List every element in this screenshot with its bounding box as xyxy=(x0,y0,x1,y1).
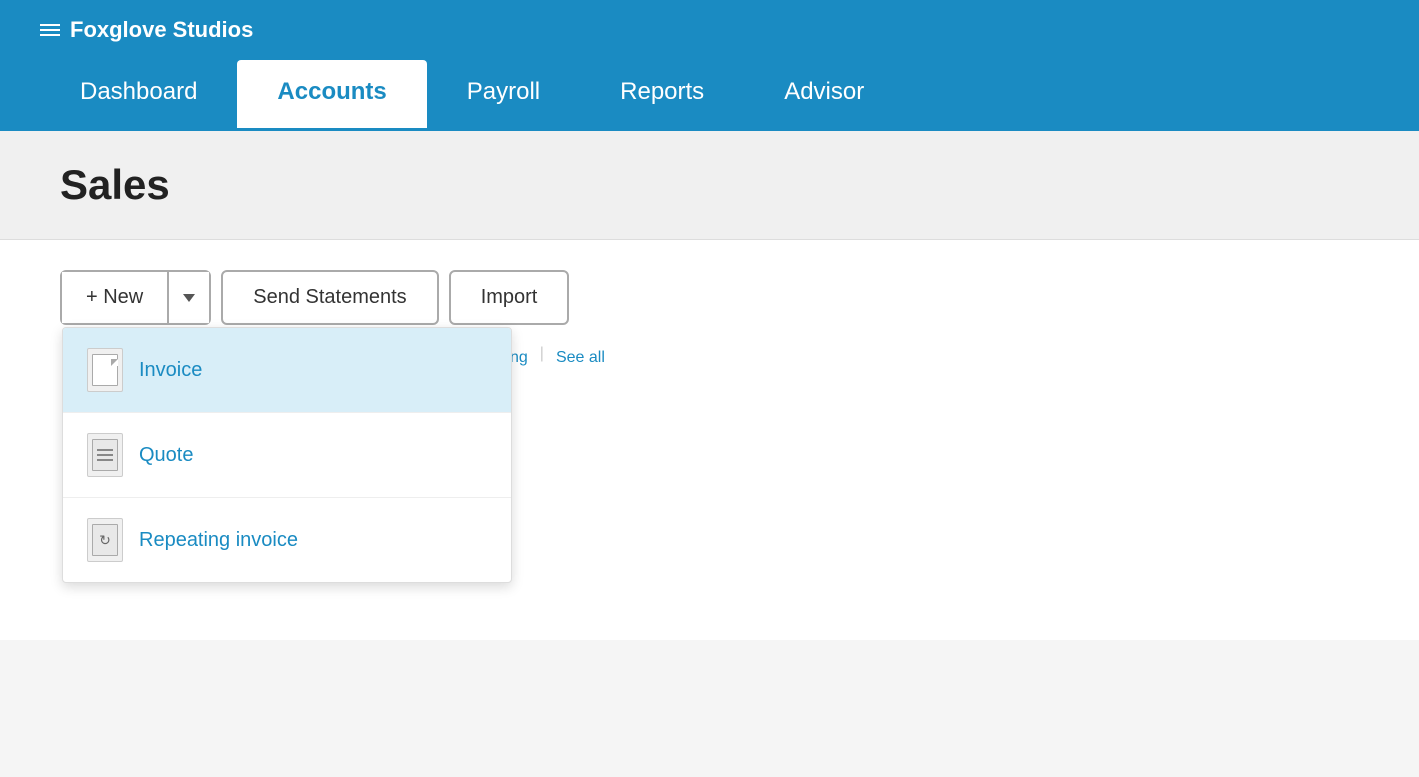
menu-icon[interactable] xyxy=(40,24,60,36)
nav-item-accounts[interactable]: Accounts xyxy=(237,60,426,128)
secondary-nav-divider: | xyxy=(540,345,544,371)
top-bar: Foxglove Studios xyxy=(0,0,1419,60)
new-dropdown-menu: Invoice Quote xyxy=(62,327,512,583)
dropdown-item-repeating-invoice-label: Repeating invoice xyxy=(139,529,298,552)
main-nav: Dashboard Accounts Payroll Reports Advis… xyxy=(0,60,1419,131)
nav-item-dashboard[interactable]: Dashboard xyxy=(40,60,237,128)
nav-item-payroll[interactable]: Payroll xyxy=(427,60,580,128)
nav-item-reports[interactable]: Reports xyxy=(580,60,744,128)
toolbar: + New Invoice xyxy=(60,270,1359,325)
secondary-nav: ng | See all xyxy=(510,345,1359,371)
new-button-group: + New Invoice xyxy=(60,270,211,325)
secondary-nav-item-outstanding[interactable]: ng xyxy=(510,345,528,371)
nav-item-advisor[interactable]: Advisor xyxy=(744,60,904,128)
quote-doc-icon xyxy=(87,433,123,477)
send-statements-button[interactable]: Send Statements xyxy=(221,270,438,325)
content-area: + New Invoice xyxy=(0,240,1419,640)
app-title-text: Foxglove Studios xyxy=(70,17,253,43)
page-title: Sales xyxy=(60,161,1359,209)
dropdown-item-repeating-invoice[interactable]: ↻ Repeating invoice xyxy=(63,498,511,582)
new-dropdown-toggle[interactable] xyxy=(167,272,209,323)
chevron-down-icon xyxy=(183,294,195,302)
app-title: Foxglove Studios xyxy=(40,17,253,43)
dropdown-item-quote-label: Quote xyxy=(139,444,193,467)
repeat-doc-icon: ↻ xyxy=(87,518,123,562)
new-button[interactable]: + New xyxy=(62,272,167,323)
dropdown-item-quote[interactable]: Quote xyxy=(63,413,511,497)
import-button[interactable]: Import xyxy=(449,270,570,325)
page-header: Sales xyxy=(0,131,1419,240)
dropdown-item-invoice[interactable]: Invoice xyxy=(63,328,511,412)
dropdown-item-invoice-label: Invoice xyxy=(139,359,202,382)
secondary-nav-item-see-all[interactable]: See all xyxy=(556,345,605,371)
invoice-doc-icon xyxy=(87,348,123,392)
